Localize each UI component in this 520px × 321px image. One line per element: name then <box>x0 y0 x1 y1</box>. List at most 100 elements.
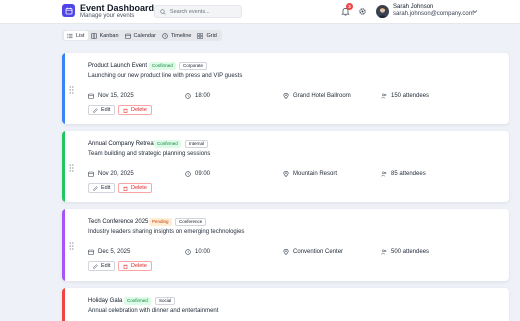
category-badge: Internal <box>185 140 209 148</box>
clock-icon <box>185 171 191 177</box>
event-title: Annual Company Retreat <box>88 141 156 147</box>
date-text: Nov 20, 2025 <box>98 171 134 177</box>
calendar-icon <box>88 171 94 177</box>
event-card: Annual Company Retreat Confirmed Interna… <box>62 131 509 202</box>
edit-label: Edit <box>101 185 111 191</box>
tab-grid[interactable]: Grid <box>194 31 219 40</box>
user-email: sarah.johnson@company.com <box>393 11 474 17</box>
drag-handle-icon[interactable] <box>69 164 74 172</box>
clock-icon <box>185 93 191 99</box>
delete-button[interactable]: Delete <box>118 183 152 193</box>
edit-button[interactable]: Edit <box>88 183 116 193</box>
avatar[interactable] <box>376 5 389 18</box>
tab-label: List <box>76 32 85 39</box>
attendees-text: 85 attendees <box>391 171 426 177</box>
delete-button[interactable]: Delete <box>118 261 152 271</box>
tab-kanban[interactable]: Kanban <box>88 31 122 40</box>
drag-handle-icon[interactable] <box>69 86 74 94</box>
event-attendees: 85 attendees <box>381 171 426 177</box>
kanban-icon <box>90 32 97 39</box>
category-badge: Social <box>155 297 176 305</box>
event-time: 18:00 <box>185 93 210 99</box>
delete-label: Delete <box>131 185 147 191</box>
trash-icon <box>123 108 128 113</box>
pencil-icon <box>93 263 98 269</box>
event-time: 09:00 <box>185 171 210 177</box>
status-badge: Confirmed <box>154 140 181 148</box>
trash-icon <box>123 264 128 269</box>
time-text: 18:00 <box>195 93 211 99</box>
date-text: Dec 5, 2025 <box>98 249 131 255</box>
delete-button[interactable]: Delete <box>118 105 152 115</box>
status-badge: Pending <box>149 218 172 226</box>
page-subtitle: Manage your events <box>80 13 135 19</box>
grid-icon <box>197 32 204 39</box>
event-date: Dec 5, 2025 <box>88 249 130 255</box>
search-input[interactable] <box>169 8 241 15</box>
calendar-icon <box>88 93 94 99</box>
event-accent-bar <box>62 288 65 321</box>
event-description: Launching our new product line with pres… <box>88 73 243 79</box>
tab-label: Grid <box>206 32 217 39</box>
top-bar: Event Dashboard Manage your events 3 Sar… <box>0 0 520 24</box>
event-location: Mountain Resort <box>283 171 337 177</box>
edit-button[interactable]: Edit <box>88 105 116 115</box>
event-card: Product Launch Event Confirmed Corporate… <box>62 53 509 124</box>
event-accent-bar <box>62 209 65 281</box>
users-icon <box>381 93 387 99</box>
category-badge: Corporate <box>179 62 208 70</box>
event-card: Holiday Gala Confirmed Social Annual cel… <box>62 288 509 321</box>
edit-label: Edit <box>101 107 111 113</box>
date-text: Nov 15, 2025 <box>98 93 134 99</box>
event-attendees: 150 attendees <box>381 93 429 99</box>
event-card: Tech Conference 2025 Pending Conference … <box>62 209 509 281</box>
map-pin-icon <box>283 93 289 99</box>
edit-label: Edit <box>101 263 111 269</box>
event-description: Team building and strategic planning ses… <box>88 151 211 157</box>
tab-list[interactable]: List <box>64 31 88 40</box>
attendees-text: 500 attendees <box>391 249 430 255</box>
event-title: Tech Conference 2025 <box>88 219 149 225</box>
status-badge: Confirmed <box>149 62 176 70</box>
edit-button[interactable]: Edit <box>88 261 116 271</box>
event-time: 10:00 <box>185 249 210 255</box>
clock-icon <box>162 32 168 39</box>
delete-label: Delete <box>131 107 147 113</box>
users-icon <box>381 171 387 177</box>
view-switcher: List Kanban Calendar Timeline Grid <box>62 30 222 41</box>
time-text: 10:00 <box>195 249 211 255</box>
event-location: Grand Hotel Ballroom <box>283 93 351 99</box>
event-location: Convention Center <box>283 249 343 255</box>
search-icon <box>160 8 166 15</box>
calendar-logo-icon <box>62 4 75 17</box>
drag-handle-icon[interactable] <box>69 242 74 250</box>
event-date: Nov 20, 2025 <box>88 171 134 177</box>
category-badge: Conference <box>175 218 207 226</box>
location-text: Grand Hotel Ballroom <box>293 93 351 99</box>
event-attendees: 500 attendees <box>381 249 429 255</box>
tab-label: Timeline <box>170 32 192 39</box>
chevron-down-icon[interactable] <box>472 9 478 14</box>
time-text: 09:00 <box>195 171 211 177</box>
trash-icon <box>123 186 128 191</box>
list-icon <box>67 33 73 38</box>
calendar-icon <box>124 33 131 39</box>
page-title: Event Dashboard <box>80 3 155 13</box>
gear-icon[interactable] <box>358 7 367 16</box>
event-date: Nov 15, 2025 <box>88 93 134 99</box>
tab-timeline[interactable]: Timeline <box>159 31 195 40</box>
location-text: Mountain Resort <box>293 171 338 177</box>
tab-label: Calendar <box>133 32 156 39</box>
delete-label: Delete <box>131 263 147 269</box>
search-box[interactable] <box>154 5 242 18</box>
users-icon <box>381 249 387 255</box>
user-name: Sarah Johnson <box>393 4 434 10</box>
event-title: Holiday Gala <box>88 298 123 304</box>
pencil-icon <box>93 185 98 191</box>
map-pin-icon <box>283 249 289 255</box>
attendees-text: 150 attendees <box>391 93 430 99</box>
notification-badge: 3 <box>346 3 353 10</box>
tab-label: Kanban <box>99 32 119 39</box>
tab-calendar[interactable]: Calendar <box>122 31 159 40</box>
location-text: Convention Center <box>293 249 344 255</box>
